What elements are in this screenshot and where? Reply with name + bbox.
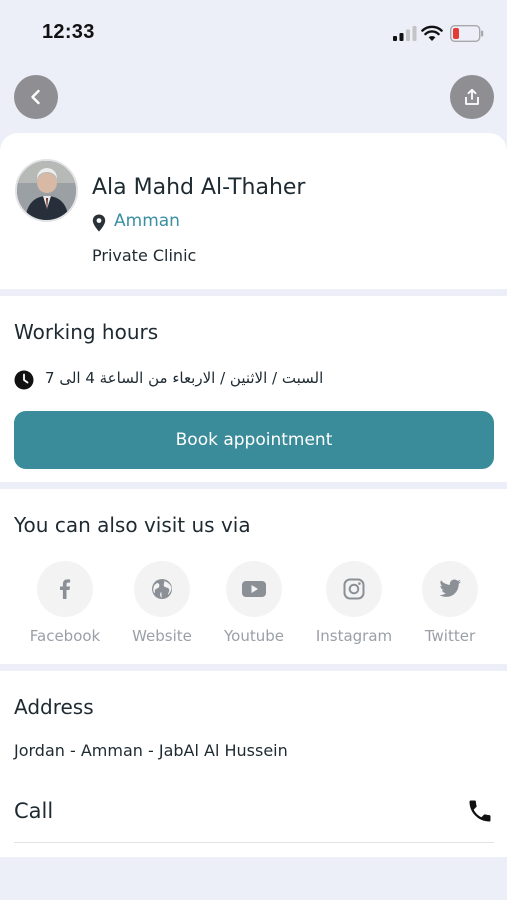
facebook-icon — [60, 579, 71, 599]
call-label[interactable]: Call — [14, 799, 53, 823]
social-instagram-label: Instagram — [315, 627, 393, 645]
doctor-name: Ala Mahd Al-Thaher — [92, 175, 306, 200]
profile-card: Ala Mahd Al-Thaher Amman Private Clinic — [0, 133, 507, 289]
working-hours-card: Working hours السبت / الاثنين / الاربعاء… — [0, 296, 507, 482]
book-appointment-button[interactable]: Book appointment — [14, 411, 494, 469]
status-bar: 12:33 — [0, 0, 507, 66]
social-instagram[interactable]: Instagram — [310, 561, 398, 645]
social-section-title: You can also visit us via — [14, 513, 251, 537]
phone-icon[interactable] — [466, 797, 494, 825]
social-youtube-circle[interactable] — [226, 561, 282, 617]
signal-icon — [393, 26, 417, 41]
back-button[interactable] — [14, 75, 58, 119]
share-button[interactable] — [450, 75, 494, 119]
location-text: Amman — [114, 211, 180, 231]
social-twitter[interactable]: Twitter — [406, 561, 494, 645]
social-twitter-label: Twitter — [424, 627, 476, 645]
working-hours-title: Working hours — [14, 320, 159, 344]
social-website-circle[interactable] — [134, 561, 190, 617]
social-youtube-label: Youtube — [224, 627, 284, 645]
location-pin-icon — [92, 214, 106, 232]
clinic-type: Private Clinic — [92, 246, 197, 265]
instagram-icon — [343, 578, 365, 600]
social-card: You can also visit us via Facebook Websi… — [0, 489, 507, 664]
address-title: Address — [14, 695, 94, 719]
chevron-left-icon — [31, 89, 40, 105]
wifi-icon — [421, 25, 443, 41]
social-website[interactable]: Website — [118, 561, 206, 645]
twitter-icon — [439, 579, 461, 597]
social-website-label: Website — [132, 627, 192, 645]
address-card: Address Jordan - Amman - JabAl Al Hussei… — [0, 671, 507, 857]
working-hours-schedule: السبت / الاثنين / الاربعاء من الساعة 4 ا… — [45, 369, 324, 387]
status-time: 12:33 — [42, 21, 95, 43]
divider — [14, 842, 494, 843]
avatar — [15, 159, 78, 222]
battery-icon — [450, 25, 484, 42]
clock-icon — [14, 370, 34, 390]
address-text: Jordan - Amman - JabAl Al Hussein — [14, 741, 288, 760]
social-facebook-circle[interactable] — [37, 561, 93, 617]
doctor-photo — [17, 161, 76, 220]
social-facebook[interactable]: Facebook — [21, 561, 109, 645]
social-twitter-circle[interactable] — [422, 561, 478, 617]
social-facebook-label: Facebook — [29, 627, 101, 645]
youtube-icon — [242, 581, 266, 597]
globe-icon — [152, 579, 172, 599]
social-youtube[interactable]: Youtube — [210, 561, 298, 645]
share-icon — [465, 88, 479, 105]
social-instagram-circle[interactable] — [326, 561, 382, 617]
